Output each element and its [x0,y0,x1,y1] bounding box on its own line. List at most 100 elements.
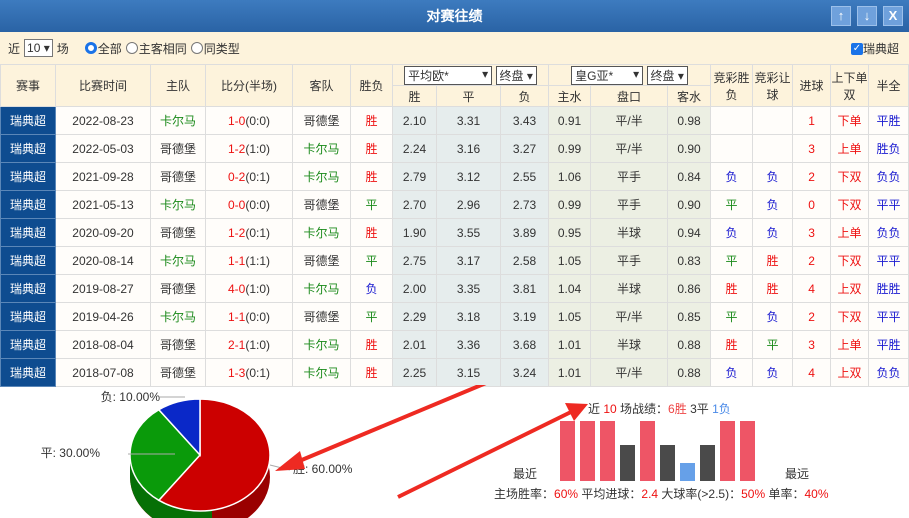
score-cell: 0-2(0:1) [205,162,293,191]
score-cell: 1-2(0:1) [205,218,293,247]
league-cell[interactable]: 瑞典超 [0,330,56,359]
euro-type-select[interactable]: 终盘 ▾ [495,65,537,85]
result-cell: 负 [350,274,393,303]
table-row: 瑞典超 2021-09-28 哥德堡 0-2(0:1) 卡尔马胜 2.79 3.12 2.55… [0,162,909,191]
away-team-cell[interactable]: 卡尔马 [292,274,351,303]
asia-type-select[interactable]: 终盘 ▾ [646,65,688,85]
over-under-cell: 下双 [830,162,870,191]
date-cell: 2020-09-20 [55,218,151,247]
stat-odd: 40% [804,487,828,501]
radio-same-home-away[interactable]: 主客相同 [125,40,187,57]
summary-p2: 场战绩： [617,402,668,416]
summary-d: 3平 [687,402,712,416]
score: 2-1 [227,337,246,352]
home-team-cell[interactable]: 卡尔马 [150,302,206,331]
radio-all[interactable]: 全部 [84,40,122,57]
league-checkbox[interactable]: ✓ 瑞典超 [850,40,899,57]
league-cell[interactable]: 瑞典超 [0,218,56,247]
move-down-button[interactable]: ↓ [857,6,877,26]
handicap-cell: 平/半 [590,302,669,331]
home-team-cell[interactable]: 哥德堡 [150,358,206,387]
odds-win-cell: 2.00 [392,274,437,303]
radio-icon [190,42,203,54]
away-team-cell[interactable]: 卡尔马 [292,134,351,163]
date-cell: 2022-08-23 [55,106,151,135]
home-team-cell[interactable]: 卡尔马 [150,106,206,135]
goals-cell: 0 [792,190,832,219]
radio-label: 同类型 [203,41,240,56]
jc-handicap-cell: 平 [752,330,794,359]
away-team-cell[interactable]: 哥德堡 [292,246,351,275]
away-team-cell[interactable]: 哥德堡 [292,302,351,331]
odds-lose-cell: 2.58 [499,246,550,275]
over-under-cell: 下双 [830,246,870,275]
score: 4-0 [227,281,246,296]
odds-lose-cell: 3.89 [499,218,550,247]
league-cell[interactable]: 瑞典超 [0,274,56,303]
result-cell: 胜 [350,358,393,387]
score: 1-0 [227,113,246,128]
handicap-cell: 平手 [590,190,669,219]
pie-label: 负: 10.00% [101,390,161,404]
away-team-cell[interactable]: 卡尔马 [292,358,351,387]
half-score: (0:0) [245,113,271,128]
date-cell: 2019-04-26 [55,302,151,331]
league-cell[interactable]: 瑞典超 [0,358,56,387]
league-cell[interactable]: 瑞典超 [0,162,56,191]
half-score: (0:0) [245,197,271,212]
league-cell[interactable]: 瑞典超 [0,246,56,275]
handicap-cell: 半球 [590,218,669,247]
score: 1-2 [227,141,246,156]
home-team-cell[interactable]: 哥德堡 [150,274,206,303]
away-team-cell[interactable]: 卡尔马 [292,218,351,247]
close-button[interactable]: X [883,6,903,26]
match-count-select[interactable]: 10 ▾ [24,39,53,57]
header-away-water: 客水 [667,85,712,107]
away-team-cell[interactable]: 哥德堡 [292,190,351,219]
euro-company-select[interactable]: 平均欧* ▾ [404,65,493,85]
handicap-cell: 平手 [590,246,669,275]
home-team-cell[interactable]: 卡尔马 [150,246,206,275]
goals-cell: 2 [792,302,832,331]
asia-company-select[interactable]: 皇G亚* ▾ [571,65,644,85]
header-home-water: 主水 [548,85,592,107]
league-cell[interactable]: 瑞典超 [0,302,56,331]
result-cell: 胜 [350,134,393,163]
league-cell[interactable]: 瑞典超 [0,190,56,219]
home-team-cell[interactable]: 哥德堡 [150,330,206,359]
match-history-table: 赛事 比赛时间 主队 比分(半场) 客队 胜负 平均欧* ▾ 终盘 ▾ 皇G亚* ▾… [0,64,909,387]
away-team-cell[interactable]: 卡尔马 [292,162,351,191]
half-full-cell: 平胜 [868,330,909,359]
result-cell: 胜 [350,162,393,191]
table-row: 瑞典超 2020-08-14 卡尔马 1-1(1:1) 哥德堡平 2.75 3.17 2.58… [0,246,909,275]
header-jc-wl: 竞彩胜负 [710,64,754,107]
result-bar [580,421,595,481]
stats-line: 主场胜率：60% 平均进球：2.4 大球率(>2.5)：50% 单率：40% [494,486,829,501]
home-team-cell[interactable]: 卡尔马 [150,190,206,219]
filter-bar: 近 10 ▾ 场 全部 主客相同 同类型 ✓ 瑞典超 [0,32,909,64]
home-team-cell[interactable]: 哥德堡 [150,218,206,247]
odds-draw-cell: 3.17 [436,246,501,275]
radio-same-type[interactable]: 同类型 [190,40,240,57]
away-team-cell[interactable]: 卡尔马 [292,330,351,359]
half-score: (1:0) [245,281,271,296]
date-cell: 2021-05-13 [55,190,151,219]
move-up-button[interactable]: ↑ [831,6,851,26]
over-under-cell: 上单 [830,134,870,163]
home-water-cell: 1.01 [548,358,592,387]
league-cell[interactable]: 瑞典超 [0,106,56,135]
half-full-cell: 负负 [868,162,909,191]
away-water-cell: 0.84 [667,162,712,191]
home-team-cell[interactable]: 哥德堡 [150,134,206,163]
result-bar [640,421,655,481]
table-row: 瑞典超 2022-08-23 卡尔马 1-0(0:0) 哥德堡胜 2.10 3.31 3.43… [0,106,909,135]
odds-draw-cell: 3.35 [436,274,501,303]
handicap-cell: 平/半 [590,106,669,135]
date-cell: 2018-07-08 [55,358,151,387]
header-draw: 平 [436,85,501,107]
filter-prefix: 近 [8,41,21,56]
over-under-cell: 下双 [830,302,870,331]
away-team-cell[interactable]: 哥德堡 [292,106,351,135]
home-team-cell[interactable]: 哥德堡 [150,162,206,191]
league-cell[interactable]: 瑞典超 [0,134,56,163]
